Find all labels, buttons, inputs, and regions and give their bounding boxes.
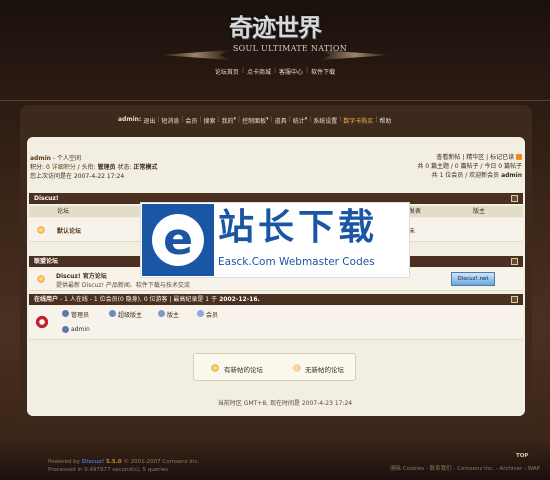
menu-members[interactable]: 会员: [185, 116, 197, 126]
user-menubar: admin: 退出 | 短消息 | 会员 | 搜索 | 我的 ▾ | 控制面板 ▾ …: [118, 116, 392, 126]
forum-new-posts-icon: [37, 226, 45, 234]
menu-messages[interactable]: 短消息: [161, 116, 179, 126]
top-nav: 论坛首页 | 点卡商城 | 客服中心 | 软件下载: [214, 67, 336, 76]
super-mod-role-icon: [109, 310, 116, 317]
menu-buy-card[interactable]: 数字卡购买: [343, 116, 373, 126]
collapse-icon[interactable]: [511, 296, 518, 303]
collapse-icon[interactable]: [511, 258, 518, 265]
top-link[interactable]: TOP: [516, 452, 536, 460]
chevron-down-icon: ▾: [266, 116, 269, 122]
rss-icon[interactable]: [516, 154, 522, 160]
processed-text: Processed in 0.497977 second(s), 5 queri…: [48, 467, 169, 473]
new-posts-icon: [211, 364, 219, 372]
footer-links[interactable]: 清除 Cookies - 联系我们 - Comsenz Inc. - Archi…: [340, 465, 540, 473]
mod-role-icon: [158, 310, 165, 317]
watermark-letter: e: [163, 214, 193, 265]
menu-username[interactable]: admin:: [118, 116, 141, 126]
user-space-link[interactable]: 个人空间: [57, 155, 81, 162]
quick-links: 查看新帖 | 精华区 | 标记已读 共 0 篇主题 / 0 篇帖子 / 今日 0…: [330, 153, 522, 180]
timezone-text: 当前时区 GMT+8, 现在时间是 2007-4-23 17:24: [217, 400, 353, 407]
header-divider: [0, 100, 550, 101]
nav-service-center[interactable]: 客服中心: [279, 67, 303, 76]
chevron-down-icon: ▾: [304, 116, 308, 122]
logo-subtitle: SOUL ULTIMATE NATION: [232, 44, 348, 53]
digest-link[interactable]: 精华区: [466, 154, 484, 161]
logo-title: 奇迹世界: [229, 13, 322, 42]
nav-card-shop[interactable]: 点卡商城: [247, 67, 271, 76]
chevron-down-icon: ▾: [233, 116, 237, 122]
discuz-badge-link[interactable]: Discuz!.net: [451, 272, 495, 286]
online-users-header: 在线用户 - 1 人在线 - 1 位会员(0 隐身), 0 位游客 | 最高纪录…: [29, 294, 523, 305]
online-users-body: 管理员 超级版主 版主 会员 admin: [29, 306, 523, 340]
user-info: admin - 个人空间 积分: 0 详细积分 / 头衔: 管理员 状态: 正常…: [30, 154, 250, 181]
no-new-posts-icon: [293, 364, 301, 372]
discuz-link[interactable]: Discuz!: [82, 459, 105, 465]
stats-line-1: 共 0 篇主题 / 0 篇帖子 / 今日 0 篇帖子: [417, 163, 522, 170]
online-emblem-icon: [35, 315, 49, 329]
credits-detail-link[interactable]: 详细积分: [52, 164, 76, 171]
comsenz-link[interactable]: Comsenz Inc.: [162, 459, 199, 465]
menu-system-settings[interactable]: 系统设置: [313, 116, 337, 126]
newest-member-link[interactable]: admin: [501, 172, 522, 179]
user-status: 正常模式: [133, 164, 158, 171]
alliance-site-link[interactable]: Discuz! 官方论坛: [56, 271, 107, 280]
footer-left: Powered by Discuz! 5.5.0 © 2001-2007 Com…: [48, 458, 298, 474]
menu-items[interactable]: 道具: [275, 116, 287, 126]
collapse-icon[interactable]: [511, 195, 518, 202]
menu-my[interactable]: 我的: [222, 116, 234, 126]
forum-name-link[interactable]: 默认论坛: [57, 226, 81, 235]
menu-help[interactable]: 帮助: [379, 116, 391, 126]
mark-read-link[interactable]: 标记已读: [490, 154, 514, 161]
menu-stats[interactable]: 统计: [293, 116, 305, 126]
menu-logout[interactable]: 退出: [143, 116, 155, 126]
member-role-icon: [197, 310, 204, 317]
user-title: 管理员: [97, 164, 116, 171]
online-user-link[interactable]: admin: [71, 326, 90, 333]
nav-forum-home[interactable]: 论坛首页: [215, 67, 239, 76]
last-visit-text: 您上次访问是在 2007-4-22 17:24: [30, 173, 125, 180]
forum-link-icon: [37, 275, 45, 283]
watermark-subtitle: Easck.Com Webmaster Codes: [218, 256, 375, 268]
user-name-link[interactable]: admin: [30, 155, 51, 162]
nav-software-download[interactable]: 软件下载: [311, 67, 335, 76]
new-posts-link[interactable]: 查看新帖: [436, 154, 460, 161]
logo-wing-left-icon: [160, 50, 230, 60]
menu-search[interactable]: 搜索: [203, 116, 215, 126]
watermark-title: 站长下载: [218, 207, 379, 248]
forum-legend: 有新帖的论坛 无新帖的论坛: [193, 353, 356, 381]
user-role-icon: [62, 326, 69, 333]
menu-control-panel[interactable]: 控制面板: [242, 116, 266, 126]
admin-role-icon: [62, 310, 69, 317]
site-logo[interactable]: 奇迹世界 SOUL ULTIMATE NATION: [150, 6, 400, 62]
